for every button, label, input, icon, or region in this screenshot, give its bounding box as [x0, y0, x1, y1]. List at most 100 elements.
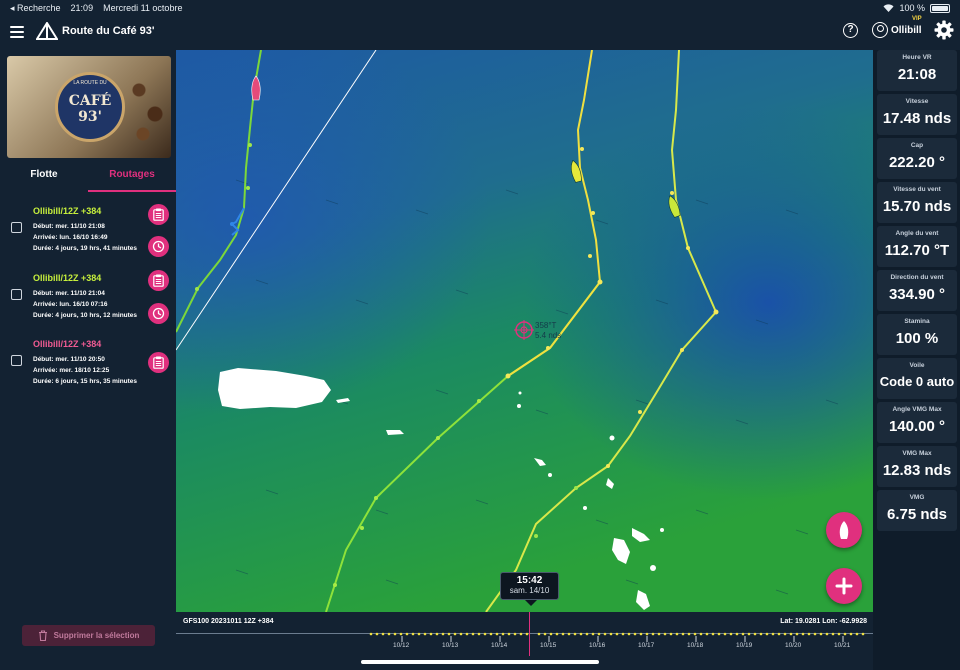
date: Mercredi 11 octobre: [103, 3, 183, 13]
app-logo-icon: [36, 22, 58, 40]
route-item: Ollibill/12Z +384 Début: mer. 11/10 20:5…: [0, 333, 176, 399]
date-tick: 10/18: [687, 642, 704, 649]
stat-vmg: VMG 6.75 nds: [877, 490, 957, 531]
island: [517, 404, 521, 408]
route-item: Ollibill/12Z +384 Début: mer. 11/10 21:0…: [0, 200, 176, 266]
date-tick: 10/13: [442, 642, 459, 649]
island: [548, 473, 552, 477]
weather-model-label: GFS100 20231011 12Z +384: [183, 618, 274, 625]
home-indicator[interactable]: [361, 660, 599, 664]
route-export-button[interactable]: [148, 236, 169, 257]
stat-cap: Cap 222.20 °: [877, 138, 957, 179]
route-duration: Durée: 6 jours, 15 hrs, 35 minutes: [33, 378, 138, 385]
cursor-latlon: Lat: 19.0281 Lon: -62.9928: [780, 618, 867, 625]
route-export-button[interactable]: [148, 303, 169, 324]
page-title: Route du Café 93': [62, 25, 155, 37]
route-duration: Durée: 4 jours, 19 hrs, 41 minutes: [33, 245, 138, 252]
route-arrival: Arrivée: lun. 16/10 16:49: [33, 234, 108, 241]
tooltip-date: sam. 14/10: [509, 586, 550, 595]
plus-icon: [835, 577, 853, 595]
help-button[interactable]: ?: [843, 23, 858, 38]
user-account-button[interactable]: Ollibill: [872, 22, 922, 38]
gear-icon[interactable]: [934, 20, 954, 40]
username: Ollibill: [891, 24, 922, 36]
clock: 21:09: [70, 3, 94, 13]
island: [660, 528, 664, 532]
date-tick: 10/12: [393, 642, 410, 649]
route-item: Ollibill/12Z +384 Début: mer. 11/10 21:0…: [0, 267, 176, 333]
route-arrival: Arrivée: mer. 18/10 12:25: [33, 367, 110, 374]
weather-map[interactable]: 358°T 5.4 nds: [176, 50, 873, 612]
route-start: Début: mer. 11/10 21:04: [33, 290, 105, 297]
timeline-ticks: [369, 632, 865, 642]
route-details-button[interactable]: [148, 352, 169, 373]
stat-vitesse-du-vent: Vitesse du vent 15.70 nds: [877, 182, 957, 223]
date-tick: 10/21: [834, 642, 851, 649]
route-clock-icon: [152, 307, 165, 320]
app-root: ◂ Recherche 21:09 Mercredi 11 octobre 10…: [0, 0, 960, 670]
menu-icon[interactable]: [10, 26, 24, 38]
route-name: Ollibill/12Z +384: [33, 273, 102, 283]
battery-percent: 100 %: [899, 3, 925, 13]
date-tick: 10/19: [736, 642, 753, 649]
tab-flotte[interactable]: Flotte: [0, 160, 88, 192]
island: [583, 506, 587, 510]
route-duration: Durée: 4 jours, 10 hrs, 12 minutes: [33, 312, 138, 319]
user-icon: [872, 22, 888, 38]
map-canvas[interactable]: 358°T 5.4 nds: [176, 50, 873, 612]
route-checkbox[interactable]: [11, 355, 22, 366]
app-header: Route du Café 93' ? Ollibill VIP: [0, 16, 960, 50]
stat-heure-vr: Heure VR 21:08: [877, 50, 957, 91]
sidebar: LA ROUTE DU CAFÉ 93' Flotte Routages Oll…: [0, 50, 176, 670]
stat-stamina: Stamina 100 %: [877, 314, 957, 355]
date-tick: 10/15: [540, 642, 557, 649]
delete-selection-label: Supprimer la sélection: [53, 631, 140, 640]
island: [650, 565, 656, 571]
tab-routages[interactable]: Routages: [88, 160, 176, 192]
date-tick: 10/17: [638, 642, 655, 649]
race-banner-image: LA ROUTE DU CAFÉ 93': [7, 56, 171, 158]
route-details-button[interactable]: [148, 270, 169, 291]
route-name: Ollibill/12Z +384: [33, 206, 102, 216]
stat-angle-du-vent: Angle du vent 112.70 °T: [877, 226, 957, 267]
cursor-bearing: 358°T: [535, 321, 557, 330]
boat-icon: [839, 521, 849, 539]
vip-badge: VIP: [912, 16, 922, 22]
back-to-search[interactable]: ◂ Recherche: [10, 3, 61, 14]
date-tick: 10/20: [785, 642, 802, 649]
stat-vitesse: Vitesse 17.48 nds: [877, 94, 957, 135]
route-clock-icon: [152, 240, 165, 253]
clipboard-icon: [153, 274, 164, 287]
stat-vmg-max: VMG Max 12.83 nds: [877, 446, 957, 487]
battery-icon: [930, 3, 950, 13]
island: [518, 391, 522, 395]
delete-selection-button[interactable]: Supprimer la sélection: [22, 625, 155, 646]
wifi-icon: [883, 4, 894, 12]
island: [609, 435, 615, 441]
sidebar-tabs: Flotte Routages: [0, 160, 176, 192]
route-start: Début: mer. 11/10 21:08: [33, 223, 105, 230]
stat-voile[interactable]: Voile Code 0 auto: [877, 358, 957, 399]
status-bar: ◂ Recherche 21:09 Mercredi 11 octobre 10…: [0, 0, 960, 16]
coffee-beans-decoration: [127, 66, 167, 146]
clipboard-icon: [153, 208, 164, 221]
boat-stats-panel: Heure VR 21:08 Vitesse 17.48 nds Cap 222.20…: [873, 50, 960, 670]
cursor-speed: 5.4 nds: [535, 331, 561, 340]
add-button[interactable]: [826, 568, 862, 604]
date-tick: 10/14: [491, 642, 508, 649]
timeline-tooltip: 15:42 sam. 14/10: [500, 572, 559, 600]
route-name: Ollibill/12Z +384: [33, 339, 102, 349]
route-checkbox[interactable]: [11, 289, 22, 300]
race-logo: LA ROUTE DU CAFÉ 93': [55, 72, 125, 142]
center-boat-button[interactable]: [826, 512, 862, 548]
stat-direction-du-vent: Direction du vent 334.90 °: [877, 270, 957, 311]
tooltip-arrow: [525, 600, 537, 606]
trash-icon: [38, 630, 47, 641]
route-details-button[interactable]: [148, 204, 169, 225]
route-start: Début: mer. 11/10 20:50: [33, 356, 105, 363]
stat-angle-vmg-max: Angle VMG Max 140.00 °: [877, 402, 957, 443]
tooltip-time: 15:42: [516, 575, 543, 586]
timeline-cursor[interactable]: [529, 612, 531, 656]
route-arrival: Arrivée: lun. 16/10 07:16: [33, 301, 108, 308]
route-checkbox[interactable]: [11, 222, 22, 233]
